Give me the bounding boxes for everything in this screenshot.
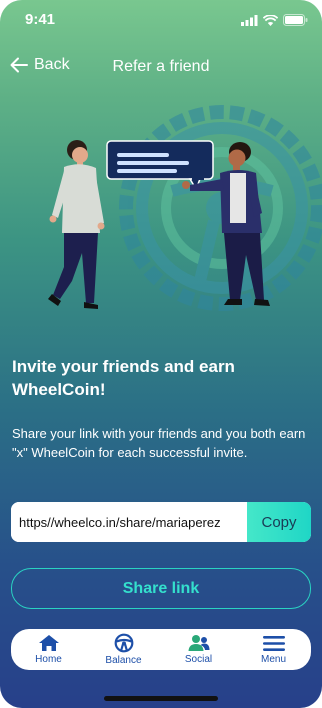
people-icon (188, 635, 209, 651)
tab-menu[interactable]: Menu (244, 635, 304, 665)
battery-icon (283, 14, 308, 26)
home-indicator (104, 696, 218, 701)
signal-icon (241, 14, 258, 26)
steering-wheel-icon (114, 633, 133, 653)
tab-menu-label: Menu (260, 653, 286, 665)
tab-balance-label: Balance (105, 655, 142, 666)
referral-illustration (48, 105, 322, 311)
tab-balance[interactable]: Balance (94, 633, 154, 666)
status-time: 9:41 (25, 11, 56, 28)
tab-home-label: Home (35, 654, 62, 665)
home-icon (38, 635, 59, 651)
referral-link-box: Copy (11, 502, 311, 542)
tab-social-label: Social (184, 654, 213, 665)
status-bar: 9:41 (0, 0, 322, 40)
hamburger-menu-icon (262, 635, 285, 651)
headline: Invite your friends and earn WheelCoin! (12, 357, 235, 399)
person-left (48, 140, 105, 309)
tab-home[interactable]: Home (19, 634, 79, 665)
nav-bar: Back Refer a friend (0, 56, 322, 80)
status-icons (241, 14, 308, 26)
referral-link-input[interactable] (11, 502, 247, 542)
page-title: Refer a friend (112, 58, 210, 75)
wifi-icon (263, 14, 278, 26)
refer-screen: 9:41 Back Refer a friend Invite your fri… (0, 0, 322, 708)
copy-button[interactable]: Copy (247, 502, 311, 542)
tab-bar: Home Balance Social Menu (11, 629, 311, 670)
share-link-button[interactable]: Share link (11, 568, 311, 609)
tab-social[interactable]: Social (169, 634, 229, 665)
description: Share your link with your friends and yo… (12, 426, 306, 460)
